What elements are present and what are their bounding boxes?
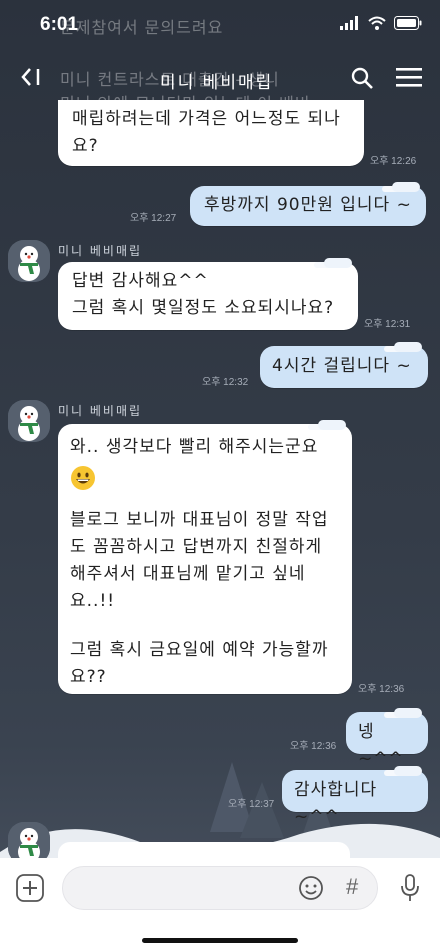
message-text: 답변 감사해요^^ 그럼 혹시 몇일정도 소요되시나요? — [72, 271, 335, 318]
message-line: 그럼 혹시 금요일에 예약 가능할까요?? — [70, 640, 329, 687]
snowman-avatar-icon — [8, 400, 50, 442]
message-time: 오후 12:31 — [364, 319, 411, 330]
message-bubble-sent[interactable]: 4시간 걸립니다 ~ — [260, 342, 428, 388]
wifi-icon — [368, 16, 386, 30]
message-line: 와.. 생각보다 빨리 해주시는군요 — [70, 437, 319, 457]
attach-button[interactable] — [16, 874, 44, 906]
message-time: 오후 12:26 — [370, 156, 417, 167]
sender-name: 미니 베비매립 — [58, 244, 143, 258]
grinning-face-emoji — [70, 465, 340, 493]
mic-icon — [401, 874, 419, 901]
sender-name: 미니 베비매립 — [58, 404, 143, 418]
message-time: 오후 12:37 — [228, 799, 275, 810]
message-input-bar: # — [0, 858, 440, 952]
emoji-button[interactable] — [298, 875, 324, 905]
message-line: 블로그 보니까 대표님이 정말 작업도 꼼꼼하시고 답변까지 친절하게 해주셔서… — [70, 510, 329, 611]
menu-icon — [396, 68, 422, 87]
snowman-avatar-icon — [8, 240, 50, 282]
message-time: 오후 12:27 — [130, 213, 177, 224]
battery-icon — [394, 16, 422, 30]
message-time: 오후 12:36 — [290, 741, 337, 752]
signal-icon — [340, 16, 358, 30]
message-bubble-received[interactable]: 와.. 생각보다 빨리 해주시는군요 블로그 보니까 대표님이 정말 작업도 꼼… — [58, 420, 352, 694]
chat-header: 미니 베비매립 — [0, 52, 440, 104]
message-text: 넹 ~^^ — [358, 722, 404, 769]
search-icon — [351, 67, 373, 89]
hash-icon: # — [346, 874, 359, 899]
message-bubble-sent[interactable]: 넹 ~^^ — [346, 708, 428, 769]
message-text: 후방까지 90만원 입니다 ~ — [204, 195, 412, 215]
message-time: 오후 12:36 — [358, 684, 405, 695]
message-bubble-received[interactable]: 답변 감사해요^^ 그럼 혹시 몇일정도 소요되시나요? — [58, 258, 358, 330]
message-bubble-received[interactable]: 매립하려는데 가격은 어느정도 되나요? — [58, 100, 364, 166]
plus-icon — [16, 874, 44, 902]
sender-avatar[interactable] — [8, 240, 50, 282]
message-text: 4시간 걸립니다 ~ — [272, 356, 412, 376]
back-button[interactable] — [18, 64, 44, 96]
message-time: 오후 12:32 — [202, 377, 249, 388]
voice-button[interactable] — [400, 874, 420, 906]
message-bubble-sent[interactable]: 감사합니다~^^ — [282, 766, 428, 827]
chat-title: 미니 베비매립 — [160, 73, 274, 93]
hash-button[interactable]: # — [346, 874, 358, 900]
emoji-icon — [299, 876, 323, 900]
sender-avatar[interactable] — [8, 400, 50, 442]
back-arrow-icon — [21, 68, 40, 86]
menu-button[interactable] — [396, 66, 422, 92]
search-button[interactable] — [350, 66, 374, 94]
status-time: 6:01 — [40, 14, 79, 35]
message-text: 와.. 생각보다 빨리 해주시는군요 블로그 보니까 대표님이 정말 작업도 꼼… — [70, 434, 340, 691]
message-input[interactable] — [62, 866, 378, 910]
message-text: 매립하려는데 가격은 어느정도 되나요? — [72, 109, 341, 156]
home-indicator — [142, 938, 298, 943]
message-bubble-sent[interactable]: 후방까지 90만원 입니다 ~ — [190, 182, 426, 226]
status-bar: 6:01 — [0, 0, 440, 48]
